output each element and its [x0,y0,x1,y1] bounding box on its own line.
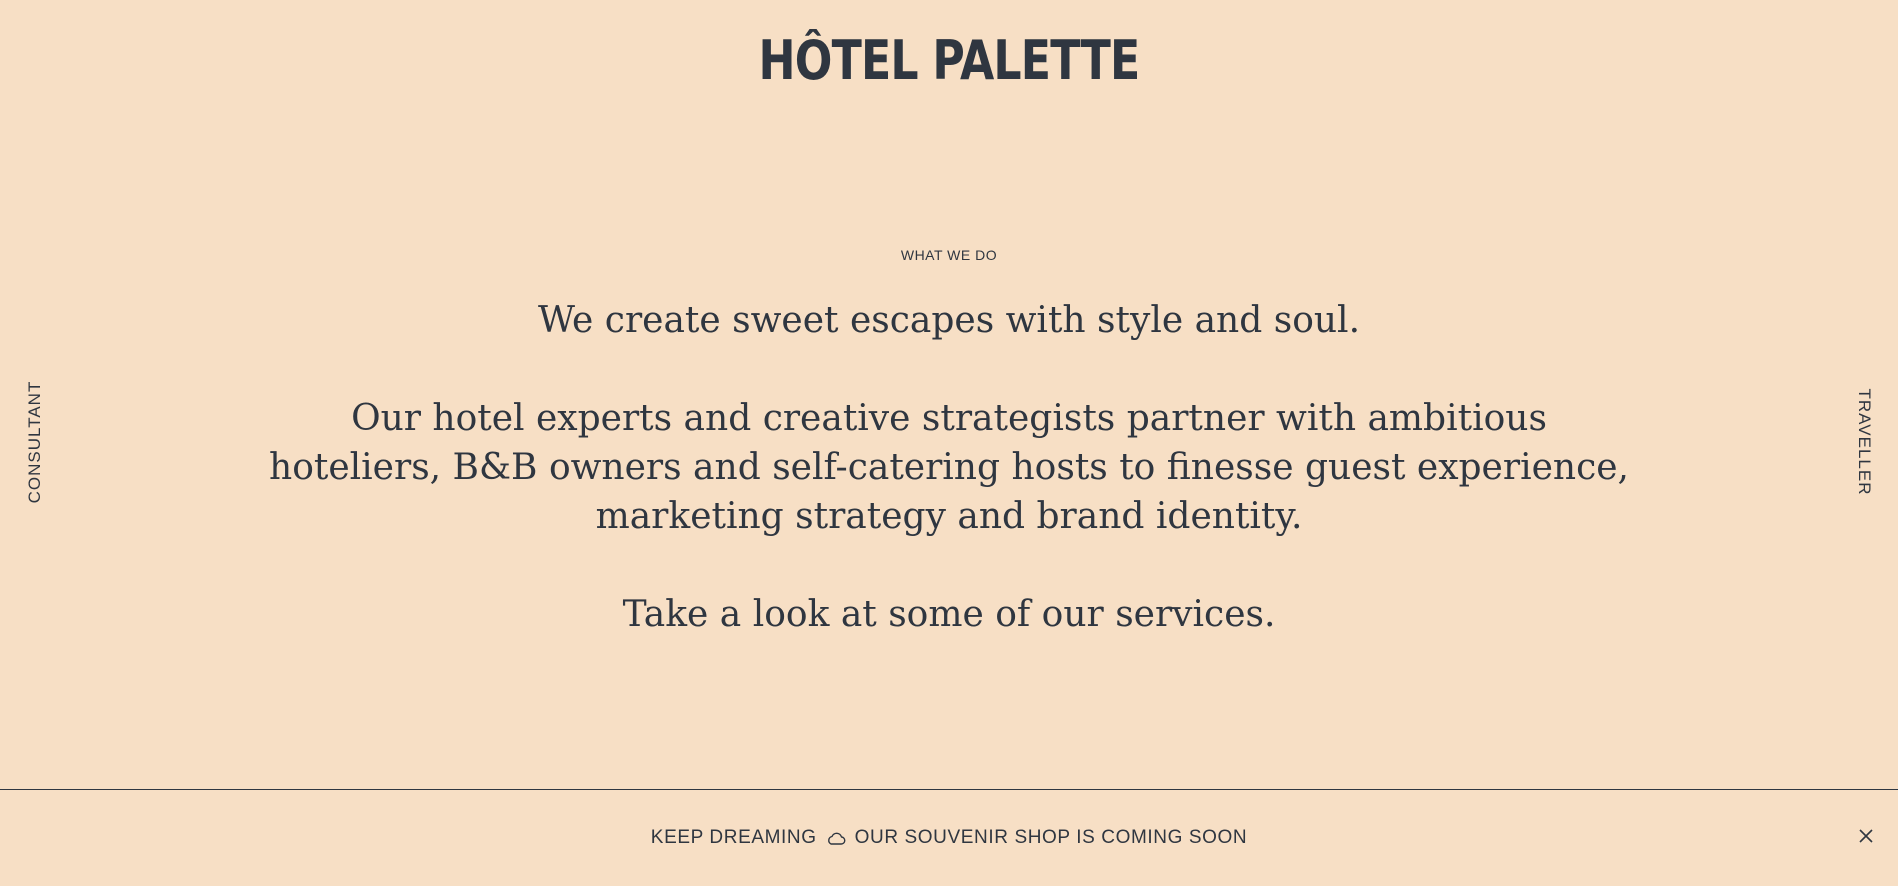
announcement-text-before: KEEP DREAMING [650,827,817,848]
section-label: WHAT WE DO [900,247,998,263]
announcement-bar: KEEP DREAMING OUR SOUVENIR SHOP IS COMIN… [0,789,1898,886]
announcement-text-after: OUR SOUVENIR SHOP IS COMING SOON [854,827,1248,848]
what-we-do-content: We create sweet escapes with style and s… [269,296,1629,639]
site-logo[interactable]: HÔTEL PALETTE [171,26,1727,96]
close-icon [1858,828,1874,849]
announcement-message: KEEP DREAMING OUR SOUVENIR SHOP IS COMIN… [0,790,1898,886]
cloud-icon [825,831,847,845]
side-link-traveller[interactable]: TRAVELLER [1854,389,1874,496]
side-link-consultant[interactable]: CONSULTANT [25,381,45,504]
services-cta: Take a look at some of our services. [622,594,1276,635]
headline: We create sweet escapes with style and s… [537,300,1361,341]
close-announcement-button[interactable] [1854,826,1878,850]
body-paragraph: Our hotel experts and creative strategis… [269,398,1629,537]
